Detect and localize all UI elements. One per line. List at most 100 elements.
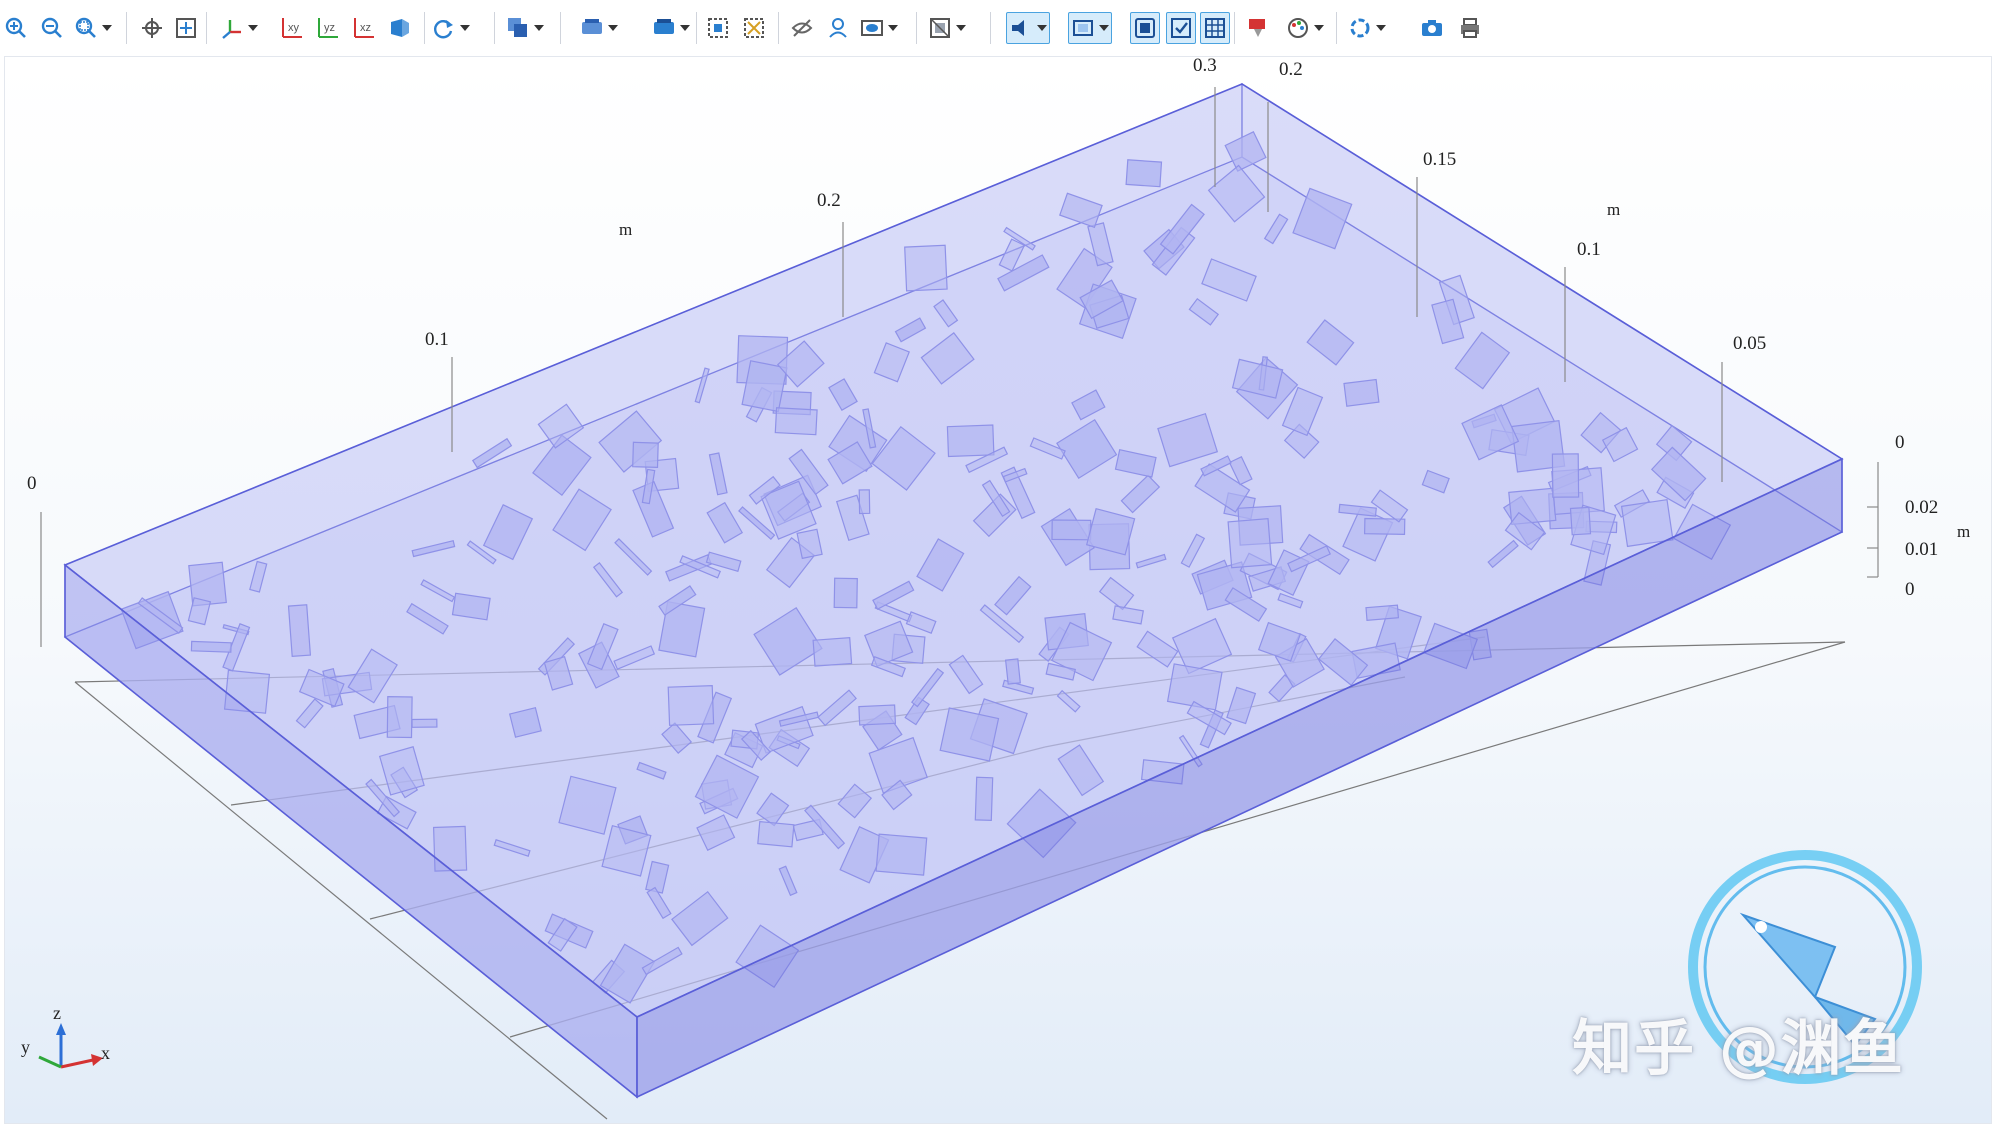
axis-orientation-icon [222, 20, 241, 39]
grid-icon [1205, 18, 1225, 38]
toolbar-separator [494, 12, 495, 44]
z-axis-unit: m [1957, 522, 1970, 541]
xy-plane-icon: xy [282, 18, 302, 38]
triad-x-label: x [101, 1043, 110, 1063]
select-box-button[interactable] [580, 12, 618, 44]
view-orientation-button[interactable] [220, 12, 258, 44]
chevron-down-icon[interactable] [460, 24, 470, 32]
triad-z-arrow [56, 1023, 66, 1035]
yz-view-button[interactable]: yz [316, 12, 340, 44]
toolbar-separator [126, 12, 127, 44]
zoom-extents-button[interactable] [174, 12, 198, 44]
select-all-icon [654, 19, 674, 34]
clear-selection-icon [708, 18, 728, 38]
z-axis-tick-label: 0.02 [1905, 497, 1938, 518]
z-axis-tick-label: 0 [1905, 579, 1915, 600]
chevron-down-icon[interactable] [1376, 24, 1386, 32]
chevron-down-icon[interactable] [1314, 24, 1324, 32]
xz-plane-icon: xz [354, 18, 374, 38]
light-icon [1012, 20, 1024, 36]
colors-button[interactable] [1286, 12, 1324, 44]
wireframe-button[interactable] [1068, 12, 1112, 44]
triad-x-axis [60, 1058, 94, 1069]
fish-eye [1755, 921, 1767, 933]
z-axis-tick-label: 0.01 [1905, 539, 1938, 560]
render-icon [1135, 18, 1155, 38]
perspective-button[interactable] [388, 12, 412, 44]
scene-light-button[interactable] [1006, 12, 1050, 44]
chevron-down-icon[interactable] [608, 24, 618, 32]
hide-icon [791, 19, 813, 37]
top-axis-tick-label: 0.3 [1193, 57, 1217, 76]
orientation-triad: z x y [21, 1003, 110, 1069]
right-axis-tick-label: 0.05 [1733, 333, 1766, 354]
graphics-viewport[interactable]: 0 0.1 0.2 0.3 m 0.2 0.15 0.1 0.05 0 m 0.… [4, 56, 1992, 1124]
perspective-icon [391, 19, 409, 37]
chevron-down-icon[interactable] [248, 24, 258, 32]
reset-view-button[interactable] [1348, 12, 1386, 44]
transparency-button[interactable] [928, 12, 966, 44]
triad-y-axis [38, 1055, 62, 1069]
selection-mode-button[interactable] [506, 12, 544, 44]
graphics-toolbar: xy yz xz [0, 0, 1998, 56]
reset-icon [1350, 18, 1370, 38]
invert-selection-button[interactable] [742, 12, 766, 44]
right-axis-unit: m [1607, 200, 1620, 219]
zoom-in-button[interactable] [4, 12, 28, 44]
chevron-down-icon[interactable] [1099, 24, 1109, 32]
chevron-down-icon[interactable] [534, 24, 544, 32]
printer-icon [1461, 18, 1479, 38]
zoom-extents-icon [176, 18, 196, 38]
select-all-button[interactable] [652, 12, 690, 44]
show-grid-button[interactable] [1200, 12, 1230, 44]
svg-text:xz: xz [360, 22, 371, 34]
chevron-down-icon[interactable] [102, 24, 112, 32]
clear-plot-icon [1249, 19, 1265, 37]
show-axis-icon [1171, 18, 1191, 38]
camera-icon [1422, 20, 1442, 36]
toolbar-separator [916, 12, 917, 44]
palette-icon [1288, 18, 1308, 38]
svg-text:xy: xy [288, 22, 300, 34]
clear-plot-button[interactable] [1246, 12, 1270, 44]
eye-icon [861, 20, 883, 36]
chevron-down-icon[interactable] [956, 24, 966, 32]
chevron-down-icon[interactable] [680, 24, 690, 32]
toolbar-separator [990, 12, 991, 44]
xy-view-button[interactable]: xy [280, 12, 304, 44]
top-axis-unit: m [619, 220, 632, 239]
chevron-down-icon[interactable] [1037, 24, 1047, 32]
rotate-icon [434, 20, 453, 39]
toolbar-separator [696, 12, 697, 44]
toolbar-separator [206, 12, 207, 44]
center-view-icon [142, 18, 162, 38]
right-axis-tick-label: 0.1 [1577, 239, 1601, 260]
go-to-default-view-button[interactable] [140, 12, 164, 44]
xz-view-button[interactable]: xz [352, 12, 376, 44]
chevron-down-icon[interactable] [888, 24, 898, 32]
image-snapshot-button[interactable] [1420, 12, 1444, 44]
print-button[interactable] [1458, 12, 1482, 44]
visibility-button[interactable] [860, 12, 898, 44]
top-axis-tick-label: 0.1 [425, 329, 449, 350]
show-axis-button[interactable] [1166, 12, 1196, 44]
domain-box-front [63, 83, 1844, 1099]
toolbar-separator [1336, 12, 1337, 44]
hide-objects-button[interactable] [790, 12, 814, 44]
right-axis-tick-label: 0.15 [1423, 149, 1456, 170]
zoom-box-button[interactable] [74, 12, 112, 44]
rotate-button[interactable] [432, 12, 470, 44]
geometry-scene: 0 0.1 0.2 0.3 m 0.2 0.15 0.1 0.05 0 m 0.… [21, 57, 1970, 1120]
select-objects-icon [508, 18, 527, 37]
triad-y-label: y [21, 1037, 30, 1057]
render-mode-button[interactable] [1130, 12, 1160, 44]
select-box-icon [582, 19, 602, 34]
top-axis-tick-label: 0 [27, 473, 37, 494]
zoom-out-button[interactable] [40, 12, 64, 44]
yz-plane-icon: yz [318, 18, 338, 38]
clear-selection-button[interactable] [706, 12, 730, 44]
right-axis-tick-label: 0.2 [1279, 59, 1303, 80]
show-icon [829, 18, 847, 38]
show-objects-button[interactable] [826, 12, 850, 44]
zoom-out-icon [41, 17, 62, 38]
